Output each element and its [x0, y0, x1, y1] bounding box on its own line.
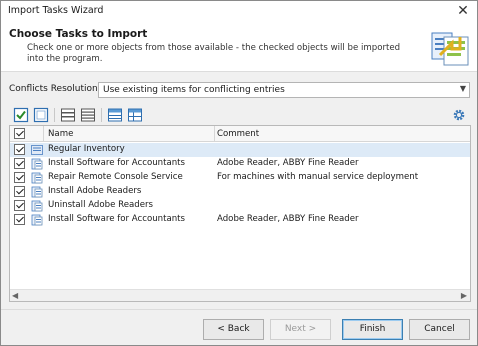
table-row[interactable]: Install Adobe Readers	[10, 185, 470, 199]
row-checkbox[interactable]	[14, 144, 25, 155]
table-row[interactable]: Regular Inventory	[10, 143, 470, 157]
task-name: Regular Inventory	[48, 144, 125, 154]
table-row[interactable]: Install Software for Accountants Adobe R…	[10, 213, 470, 227]
task-comment: Adobe Reader, ABBY Fine Reader	[217, 214, 359, 224]
task-comment: Adobe Reader, ABBY Fine Reader	[217, 158, 359, 168]
collapse-rows-icon[interactable]	[80, 107, 96, 123]
wizard-header: Choose Tasks to Import Check one or more…	[1, 22, 477, 72]
tasks-grid: Name Comment Regular Inventory Install S…	[9, 125, 471, 302]
software-uninstall-task-icon	[31, 200, 43, 212]
software-install-task-icon	[31, 158, 43, 170]
grid-toolbar	[9, 105, 471, 125]
finish-button[interactable]: Finish	[342, 319, 403, 340]
check-all-icon[interactable]	[13, 107, 29, 123]
table-row[interactable]: Uninstall Adobe Readers	[10, 199, 470, 213]
import-tasks-icon	[431, 32, 469, 66]
toolbar-separator	[101, 108, 102, 122]
column-header-comment[interactable]: Comment	[217, 129, 259, 139]
grid-header: Name Comment	[10, 126, 470, 142]
next-button[interactable]: Next >	[270, 319, 331, 340]
cancel-button[interactable]: Cancel	[409, 319, 470, 340]
software-install-task-icon	[31, 186, 43, 198]
task-name: Install Software for Accountants	[48, 214, 186, 224]
row-checkbox[interactable]	[14, 172, 25, 183]
column-divider	[43, 126, 44, 142]
scroll-left-icon[interactable]: ◀	[12, 291, 18, 300]
uncheck-all-icon[interactable]	[33, 107, 49, 123]
window-title: Import Tasks Wizard	[8, 5, 104, 16]
task-name: Repair Remote Console Service	[48, 172, 183, 182]
page-title: Choose Tasks to Import	[9, 28, 148, 40]
conflicts-resolution-row: Conflicts Resolution: Use existing items…	[9, 82, 471, 99]
column-layout-icon[interactable]	[107, 107, 123, 123]
expand-rows-icon[interactable]	[60, 107, 76, 123]
chevron-down-icon[interactable]: ▼	[460, 84, 466, 93]
import-tasks-wizard-window: Import Tasks Wizard ✕ Choose Tasks to Im…	[0, 0, 478, 346]
settings-gear-icon[interactable]	[451, 107, 467, 123]
scroll-right-icon[interactable]: ▶	[461, 291, 467, 300]
table-row[interactable]: Repair Remote Console Service For machin…	[10, 171, 470, 185]
toolbar-separator	[54, 108, 55, 122]
row-checkbox[interactable]	[14, 214, 25, 225]
table-row[interactable]: Install Software for Accountants Adobe R…	[10, 157, 470, 171]
inventory-task-icon	[31, 145, 43, 155]
column-divider	[214, 126, 215, 142]
repair-service-task-icon	[31, 172, 43, 184]
conflicts-resolution-select[interactable]: Use existing items for conflicting entri…	[98, 82, 470, 98]
select-all-checkbox[interactable]	[14, 128, 25, 139]
close-icon[interactable]: ✕	[455, 3, 471, 19]
title-bar: Import Tasks Wizard ✕	[1, 1, 477, 22]
row-checkbox[interactable]	[14, 200, 25, 211]
row-checkbox[interactable]	[14, 186, 25, 197]
horizontal-scrollbar[interactable]: ◀ ▶	[10, 289, 470, 301]
task-name: Uninstall Adobe Readers	[48, 200, 153, 210]
footer-divider	[1, 309, 477, 310]
task-name: Install Software for Accountants	[48, 158, 186, 168]
column-header-name[interactable]: Name	[48, 129, 73, 139]
software-install-task-icon	[31, 214, 43, 226]
task-comment: For machines with manual service deploym…	[217, 172, 419, 182]
back-button[interactable]: < Back	[203, 319, 264, 340]
page-description: Check one or more objects from those ava…	[27, 43, 401, 64]
task-name: Install Adobe Readers	[48, 186, 142, 196]
row-checkbox[interactable]	[14, 158, 25, 169]
grid-layout-icon[interactable]	[127, 107, 143, 123]
conflicts-resolution-value: Use existing items for conflicting entri…	[103, 85, 285, 95]
conflicts-resolution-label: Conflicts Resolution:	[9, 84, 101, 94]
